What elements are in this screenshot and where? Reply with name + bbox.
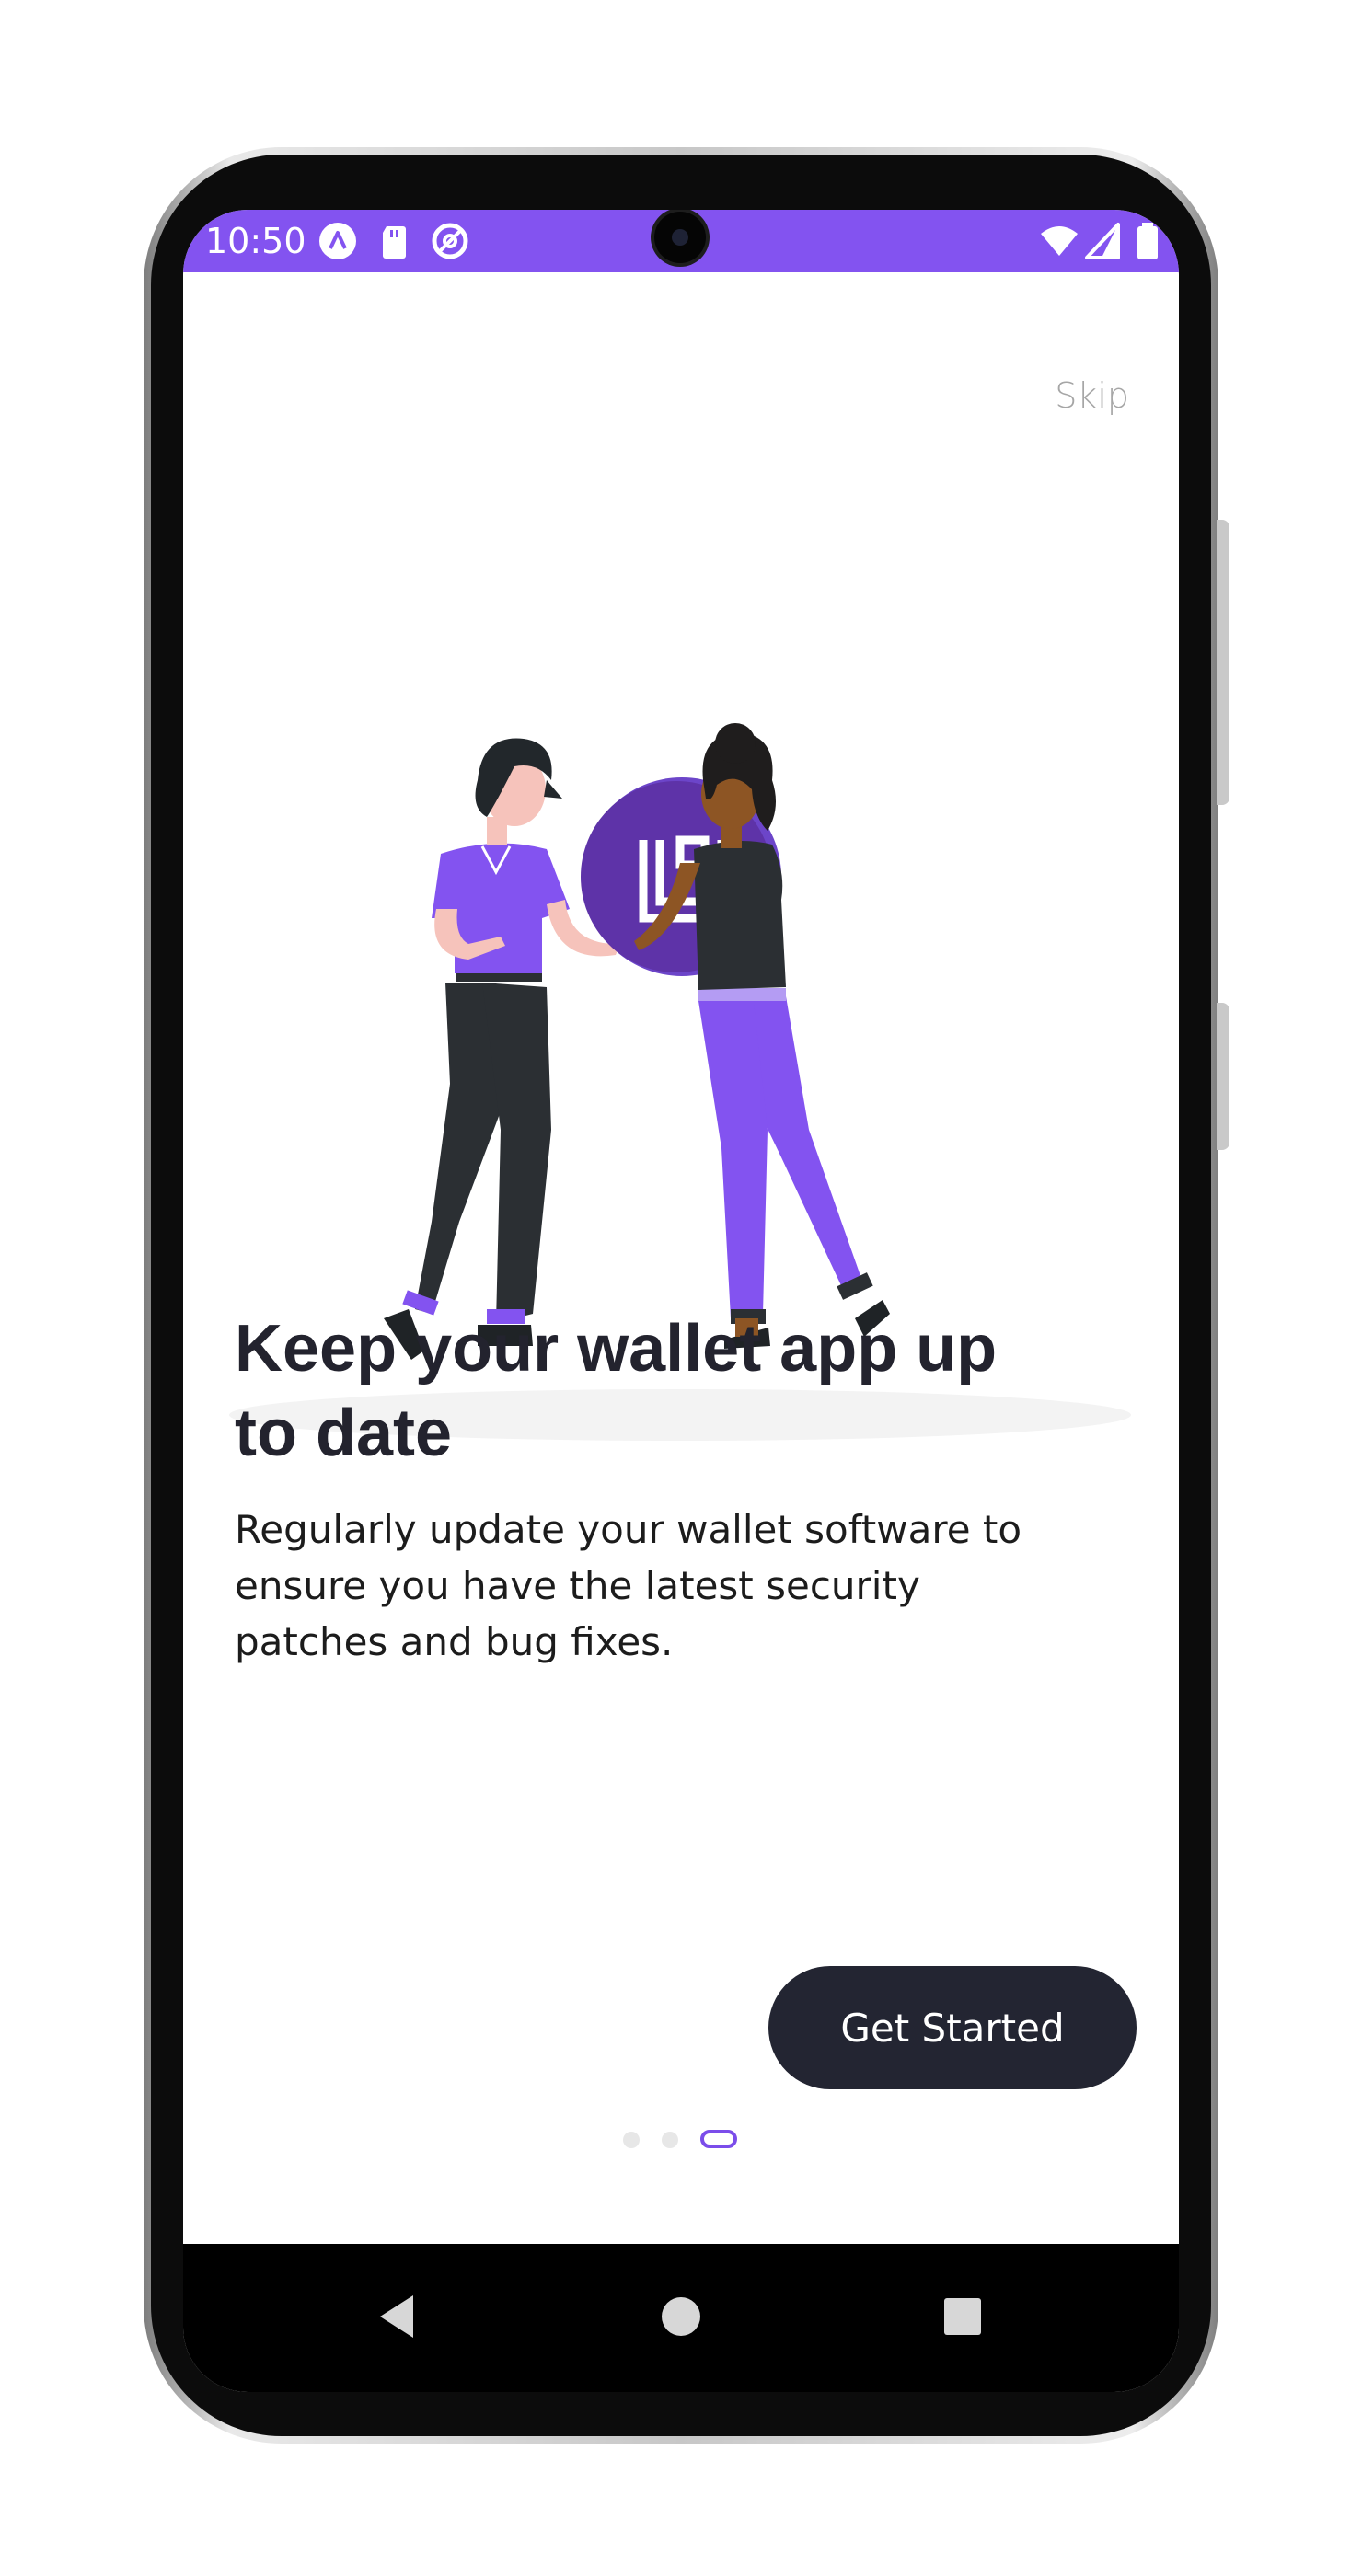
signal-icon	[1085, 223, 1120, 259]
recents-icon[interactable]	[930, 2284, 995, 2349]
status-bar: 10:50	[183, 210, 1179, 272]
page-indicator	[623, 2128, 752, 2148]
back-icon[interactable]	[367, 2284, 432, 2349]
navigation-bar	[183, 2244, 1179, 2392]
app-screen: 10:50 Skip Keep your wallet app up to da…	[183, 210, 1179, 2392]
home-icon[interactable]	[649, 2284, 713, 2349]
status-time: 10:50	[205, 221, 306, 261]
onboarding-description: Regularly update your wallet software to…	[235, 1507, 1022, 1664]
skip-button[interactable]: Skip	[1055, 375, 1129, 416]
battery-icon	[1137, 223, 1158, 259]
launcher-icon	[319, 223, 356, 259]
page-dot-3-active	[700, 2130, 737, 2148]
volume-button	[1217, 520, 1229, 805]
page-dot-1	[623, 2132, 640, 2148]
page-dot-2	[662, 2132, 678, 2148]
person-left	[384, 738, 620, 1360]
front-camera	[654, 212, 706, 263]
at-sign-icon	[432, 223, 468, 259]
onboarding-title: Keep your wallet app up to date	[235, 1312, 998, 1470]
wifi-icon	[1041, 226, 1078, 256]
sd-card-icon	[383, 226, 406, 259]
get-started-button[interactable]: Get Started	[768, 1966, 1137, 2089]
power-button	[1217, 1003, 1229, 1150]
